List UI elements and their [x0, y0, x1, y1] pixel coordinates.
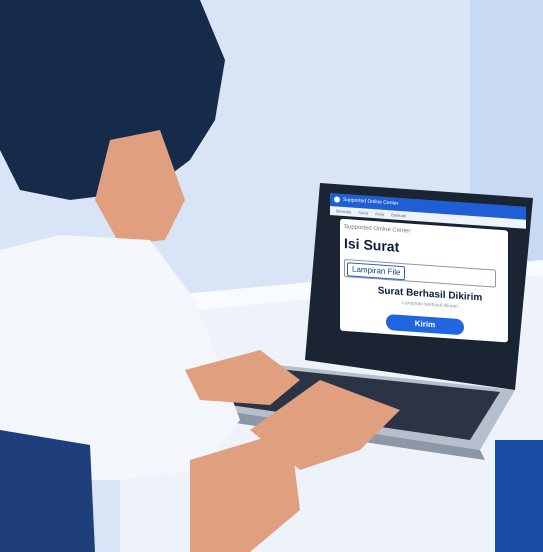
form-card: Supported Online Center Isi Surat Lampir…: [340, 218, 508, 343]
nav-link-surat[interactable]: Surat: [358, 210, 368, 216]
form-title: Isi Surat: [344, 234, 400, 255]
card-header: Supported Online Center: [344, 223, 411, 235]
logo-icon: [334, 196, 340, 203]
app-brand: Supported Online Center: [343, 196, 399, 207]
nav-link-bantuan[interactable]: Bantuan: [391, 212, 406, 218]
laptop-screen: Supported Online Center Beranda Surat Ar…: [330, 193, 526, 347]
nav-link-beranda[interactable]: Beranda: [336, 208, 351, 214]
submit-button[interactable]: Kirim: [386, 313, 464, 336]
illustration-scene: Supported Online Center Beranda Surat Ar…: [0, 0, 543, 552]
nav-link-arsip[interactable]: Arsip: [375, 211, 384, 217]
attachment-field[interactable]: Lampiran File: [344, 258, 496, 288]
attach-file-button[interactable]: Lampiran File: [347, 262, 406, 281]
